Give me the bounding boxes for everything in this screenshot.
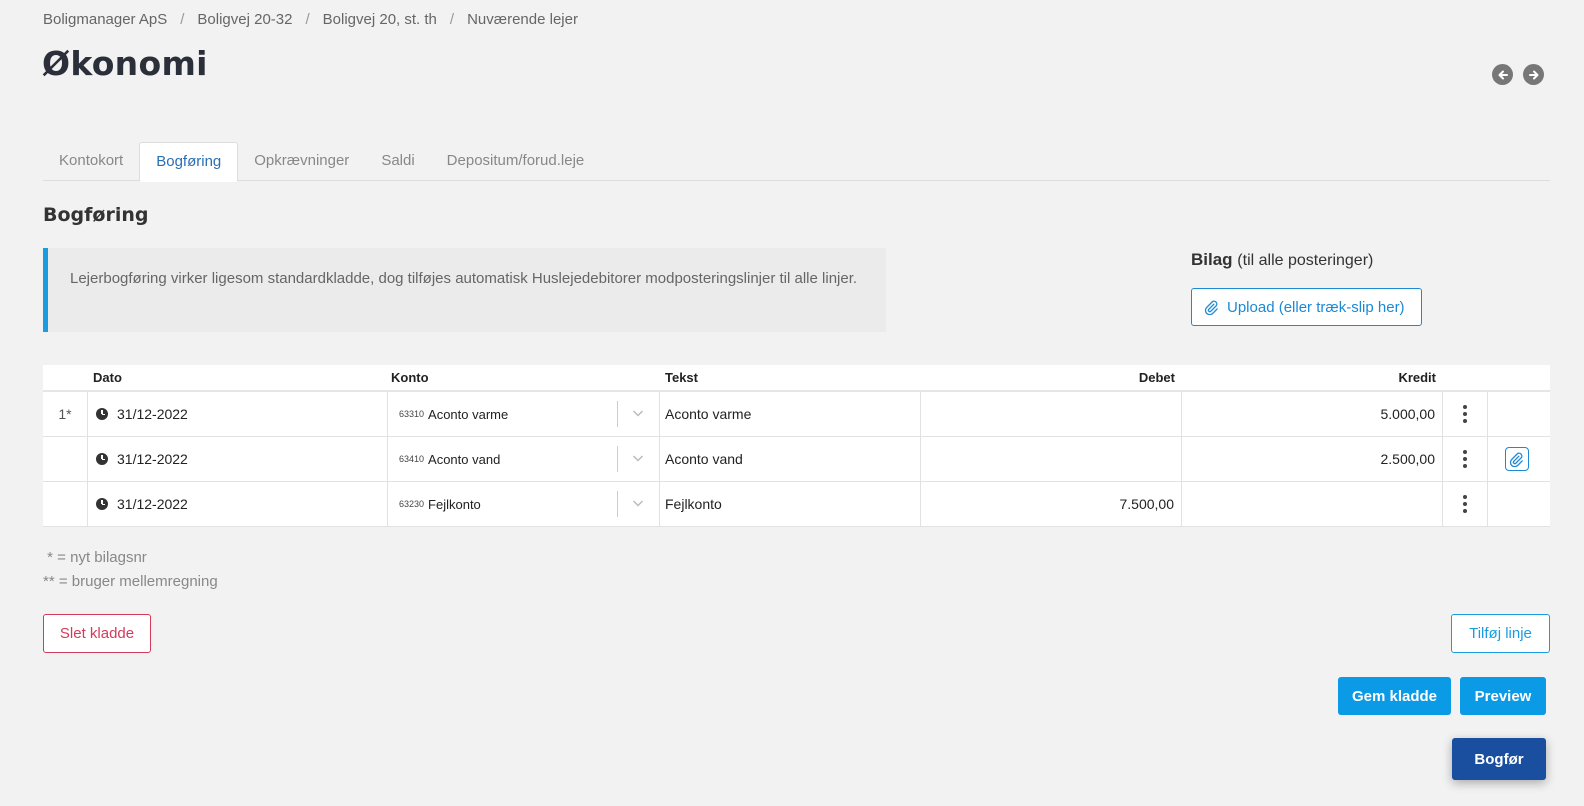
bilag-title-main: Bilag [1191, 250, 1233, 269]
date-field[interactable]: 31/12-2022 [88, 482, 388, 526]
breadcrumb-item-current: Nuværende lejer [467, 11, 578, 28]
upload-button[interactable]: Upload (eller træk-slip her) [1191, 288, 1422, 326]
chevron-down-icon[interactable] [632, 452, 644, 464]
konto-code: 63310 [399, 409, 425, 419]
table-header: Dato Konto Tekst Debet Kredit [43, 365, 1550, 392]
date-field[interactable]: 31/12-2022 [88, 437, 388, 481]
legend-new-bilag: * = nyt bilagsnr [43, 549, 147, 566]
paperclip-icon [1509, 452, 1523, 467]
chevron-down-icon[interactable] [632, 407, 644, 419]
date-value: 31/12-2022 [117, 451, 188, 467]
nav-arrows [1492, 64, 1544, 85]
tab-depositum[interactable]: Depositum/forud.leje [431, 142, 601, 181]
attachment-cell [1488, 482, 1545, 526]
attachment-cell [1488, 437, 1545, 481]
kredit-field[interactable]: 5.000,00 [1182, 392, 1443, 436]
konto-name: Fejlkonto [428, 496, 481, 512]
tab-bar: Kontokort Bogføring Opkrævninger Saldi D… [43, 142, 1550, 182]
breadcrumb-separator: / [305, 11, 310, 28]
clock-icon [96, 498, 108, 510]
breadcrumb-item-unit[interactable]: Boligvej 20, st. th [323, 11, 437, 28]
select-divider [617, 446, 618, 472]
tab-saldi[interactable]: Saldi [365, 142, 430, 181]
date-value: 31/12-2022 [117, 406, 188, 422]
upload-button-label: Upload (eller træk-slip her) [1227, 298, 1405, 316]
konto-code: 63230 [399, 499, 425, 509]
breadcrumb-separator: / [180, 11, 185, 28]
row-number [43, 437, 88, 481]
add-line-button[interactable]: Tilføj linje [1451, 614, 1550, 653]
row-menu-button[interactable] [1443, 437, 1488, 481]
save-draft-button[interactable]: Gem kladde [1338, 677, 1451, 715]
arrow-right-icon[interactable] [1523, 64, 1544, 85]
header-konto: Konto [391, 370, 429, 385]
konto-code: 63410 [399, 454, 425, 464]
kebab-menu-icon [1463, 450, 1467, 468]
debet-field[interactable] [921, 392, 1182, 436]
row-number: 1* [43, 392, 88, 436]
clock-icon [96, 408, 108, 420]
breadcrumb-item-property[interactable]: Boligvej 20-32 [197, 11, 292, 28]
tab-bogforing[interactable]: Bogføring [139, 142, 239, 182]
konto-name: Aconto vand [428, 451, 501, 467]
chevron-down-icon[interactable] [632, 497, 644, 509]
tab-kontokort[interactable]: Kontokort [43, 142, 139, 181]
post-button[interactable]: Bogfør [1452, 738, 1546, 780]
debet-field[interactable] [921, 437, 1182, 481]
attachment-cell [1488, 392, 1545, 436]
tekst-field[interactable]: Fejlkonto [660, 482, 921, 526]
page-title: Økonomi [42, 44, 208, 83]
select-divider [617, 401, 618, 427]
header-num [43, 364, 88, 391]
attach-button[interactable] [1504, 447, 1529, 471]
konto-select[interactable]: 63230 Fejlkonto [388, 482, 660, 526]
paperclip-icon [1204, 300, 1218, 315]
delete-draft-button[interactable]: Slet kladde [43, 614, 151, 653]
header-tekst: Tekst [665, 370, 698, 385]
kredit-field[interactable] [1182, 482, 1443, 526]
table-row: 1* 31/12-2022 63310 Aconto varme Aconto … [43, 392, 1550, 437]
row-menu-button[interactable] [1443, 392, 1488, 436]
clock-icon [96, 453, 108, 465]
breadcrumb-separator: / [449, 11, 455, 28]
konto-select[interactable]: 63410 Aconto vand [388, 437, 660, 481]
select-divider [617, 491, 618, 517]
header-dato: Dato [93, 370, 122, 385]
table-row: 31/12-2022 63410 Aconto vand Aconto vand… [43, 437, 1550, 482]
bilag-title: Bilag (til alle posteringer) [1191, 250, 1373, 270]
row-number [43, 482, 88, 526]
section-title: Bogføring [43, 204, 149, 226]
bilag-title-sub: (til alle posteringer) [1237, 252, 1374, 269]
tekst-field[interactable]: Aconto varme [660, 392, 921, 436]
date-value: 31/12-2022 [117, 496, 188, 512]
breadcrumb-item-company[interactable]: Boligmanager ApS [43, 11, 167, 28]
kebab-menu-icon [1463, 405, 1467, 423]
header-debet: Debet [1138, 370, 1175, 385]
kredit-field[interactable]: 2.500,00 [1182, 437, 1443, 481]
tekst-field[interactable]: Aconto vand [660, 437, 921, 481]
breadcrumb: Boligmanager ApS / Boligvej 20-32 / Boli… [43, 11, 578, 28]
konto-name: Aconto varme [428, 406, 509, 422]
row-menu-button[interactable] [1443, 482, 1488, 526]
konto-select[interactable]: 63310 Aconto varme [388, 392, 660, 436]
debet-field[interactable]: 7.500,00 [921, 482, 1182, 526]
kebab-menu-icon [1463, 495, 1467, 513]
arrow-left-icon[interactable] [1492, 64, 1513, 85]
info-box: Lejerbogføring virker ligesom standardkl… [43, 248, 886, 332]
tab-opkraevninger[interactable]: Opkrævninger [238, 142, 365, 181]
table-row: 31/12-2022 63230 Fejlkonto Fejlkonto 7.5… [43, 482, 1550, 527]
posting-table: Dato Konto Tekst Debet Kredit 1* 31/12-2… [43, 365, 1550, 527]
date-field[interactable]: 31/12-2022 [88, 392, 388, 436]
legend: * = nyt bilagsnr ** = bruger mellemregni… [43, 546, 218, 594]
header-kredit: Kredit [1398, 370, 1436, 385]
preview-button[interactable]: Preview [1460, 677, 1546, 715]
legend-mellemregning: ** = bruger mellemregning [43, 573, 218, 590]
